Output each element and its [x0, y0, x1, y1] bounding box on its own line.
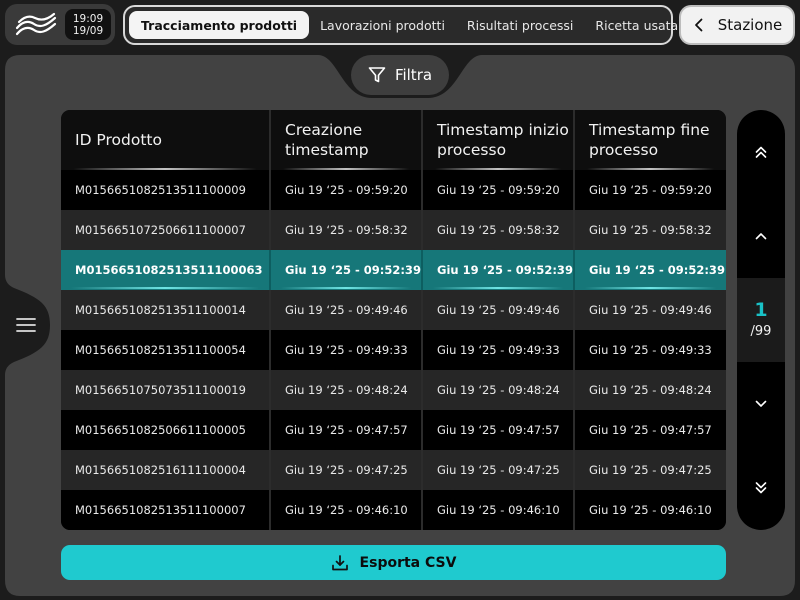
chevron-down-icon	[755, 400, 767, 407]
logo-clock-box: 19:09 19/09	[5, 4, 115, 45]
first-page-button[interactable]	[737, 132, 785, 172]
cell-creation-timestamp: Giu 19 ‘25 - 09:46:10	[271, 490, 423, 530]
clock-time: 19:09	[72, 12, 104, 25]
double-chevron-down-icon	[755, 482, 767, 494]
cell-product-id: M0156651082513511100014	[61, 290, 271, 330]
filter-button-label: Filtra	[394, 66, 433, 84]
cell-end-timestamp: Giu 19 ‘25 - 09:48:24	[589, 383, 712, 397]
pagination-bar: 1 /99	[737, 110, 785, 530]
table-row[interactable]: M0156651072506611100007 Giu 19 ‘25 - 09:…	[61, 210, 726, 250]
hamburger-menu-icon	[16, 318, 36, 332]
current-page-indicator: 1 /99	[737, 278, 785, 362]
clock: 19:09 19/09	[65, 9, 111, 40]
cell-start-timestamp: Giu 19 ‘25 - 09:47:25	[423, 450, 575, 490]
station-button-label: Stazione	[717, 16, 783, 34]
cell-product-id: M0156651082516111100004	[61, 450, 271, 490]
cell-start-timestamp: Giu 19 ‘25 - 09:52:39	[423, 250, 575, 290]
current-page-number: 1	[754, 299, 768, 321]
funnel-icon	[368, 67, 386, 83]
chevron-up-icon	[755, 233, 767, 240]
column-header-creation[interactable]: Creazione timestamp	[271, 110, 423, 170]
cell-product-id: M0156651082513511100007	[61, 490, 271, 530]
cell-creation-timestamp: Giu 19 ‘25 - 09:52:39	[271, 250, 423, 290]
clock-date: 19/09	[72, 24, 104, 37]
download-icon	[331, 554, 348, 570]
cell-end-timestamp: Giu 19 ‘25 - 09:49:33	[589, 343, 712, 357]
cell-end-timestamp: Giu 19 ‘25 - 09:52:39	[575, 250, 726, 290]
cell-start-timestamp: Giu 19 ‘25 - 09:59:20	[423, 170, 575, 210]
cell-end-timestamp: Giu 19 ‘25 - 09:49:46	[589, 303, 712, 317]
last-page-button[interactable]	[737, 468, 785, 508]
cell-creation-timestamp: Giu 19 ‘25 - 09:47:57	[271, 410, 423, 450]
tab-lavorazioni-prodotti[interactable]: Lavorazioni prodotti	[309, 11, 456, 39]
cell-creation-timestamp: Giu 19 ‘25 - 09:59:20	[271, 170, 423, 210]
cell-creation-timestamp: Giu 19 ‘25 - 09:49:46	[271, 290, 423, 330]
total-pages: /99	[750, 324, 772, 339]
cell-end-timestamp: Giu 19 ‘25 - 09:46:10	[589, 503, 712, 517]
column-header-process-end[interactable]: Timestamp fine processo	[575, 110, 726, 170]
table-row[interactable]: M0156651075073511100019 Giu 19 ‘25 - 09:…	[61, 370, 726, 410]
cell-creation-timestamp: Giu 19 ‘25 - 09:49:33	[271, 330, 423, 370]
double-chevron-up-icon	[755, 146, 767, 158]
cell-end-timestamp: Giu 19 ‘25 - 09:58:32	[589, 223, 712, 237]
chevron-left-icon	[694, 18, 703, 32]
export-csv-label: Esporta CSV	[359, 554, 457, 571]
table-row[interactable]: M0156651082513511100014 Giu 19 ‘25 - 09:…	[61, 290, 726, 330]
products-table: ID Prodotto Creazione timestamp Timestam…	[61, 110, 726, 530]
cell-product-id: M0156651082506611100005	[61, 410, 271, 450]
filter-button[interactable]: Filtra	[351, 55, 449, 95]
cell-product-id: M0156651082513511100054	[61, 330, 271, 370]
cell-product-id: M0156651082513511100009	[61, 170, 271, 210]
side-menu-button[interactable]	[4, 300, 48, 350]
cell-start-timestamp: Giu 19 ‘25 - 09:48:24	[423, 370, 575, 410]
cell-start-timestamp: Giu 19 ‘25 - 09:47:57	[423, 410, 575, 450]
table-row[interactable]: M0156651082506611100005 Giu 19 ‘25 - 09:…	[61, 410, 726, 450]
cell-start-timestamp: Giu 19 ‘25 - 09:49:46	[423, 290, 575, 330]
next-page-button[interactable]	[737, 384, 785, 424]
cell-creation-timestamp: Giu 19 ‘25 - 09:58:32	[271, 210, 423, 250]
cell-product-id: M0156651082513511100063	[61, 250, 271, 290]
cell-start-timestamp: Giu 19 ‘25 - 09:58:32	[423, 210, 575, 250]
column-header-id[interactable]: ID Prodotto	[61, 110, 271, 170]
tab-tracciamento-prodotti[interactable]: Tracciamento prodotti	[129, 11, 310, 39]
cell-creation-timestamp: Giu 19 ‘25 - 09:48:24	[271, 370, 423, 410]
cell-end-timestamp: Giu 19 ‘25 - 09:59:20	[589, 183, 712, 197]
export-csv-button[interactable]: Esporta CSV	[61, 545, 726, 580]
cell-start-timestamp: Giu 19 ‘25 - 09:46:10	[423, 490, 575, 530]
back-to-station-button[interactable]: Stazione	[681, 7, 793, 43]
table-row[interactable]: M0156651082513511100009 Giu 19 ‘25 - 09:…	[61, 170, 726, 210]
table-row[interactable]: M0156651082513511100007 Giu 19 ‘25 - 09:…	[61, 490, 726, 530]
table-row-selected[interactable]: M0156651082513511100063 Giu 19 ‘25 - 09:…	[61, 250, 726, 290]
cell-end-timestamp: Giu 19 ‘25 - 09:47:57	[589, 423, 712, 437]
tab-ricetta-usata[interactable]: Ricetta usata	[584, 11, 689, 39]
tab-risultati-processi[interactable]: Risultati processi	[456, 11, 584, 39]
cell-product-id: M0156651072506611100007	[61, 210, 271, 250]
table-row[interactable]: M0156651082516111100004 Giu 19 ‘25 - 09:…	[61, 450, 726, 490]
table-row[interactable]: M0156651082513511100054 Giu 19 ‘25 - 09:…	[61, 330, 726, 370]
column-header-process-start[interactable]: Timestamp inizio processo	[423, 110, 575, 170]
previous-page-button[interactable]	[737, 216, 785, 256]
table-header: ID Prodotto Creazione timestamp Timestam…	[61, 110, 726, 170]
cell-product-id: M0156651075073511100019	[61, 370, 271, 410]
tab-bar: Tracciamento prodotti Lavorazioni prodot…	[123, 5, 678, 45]
cell-start-timestamp: Giu 19 ‘25 - 09:49:33	[423, 330, 575, 370]
waves-logo-icon	[15, 12, 57, 36]
cell-end-timestamp: Giu 19 ‘25 - 09:47:25	[589, 463, 712, 477]
cell-creation-timestamp: Giu 19 ‘25 - 09:47:25	[271, 450, 423, 490]
